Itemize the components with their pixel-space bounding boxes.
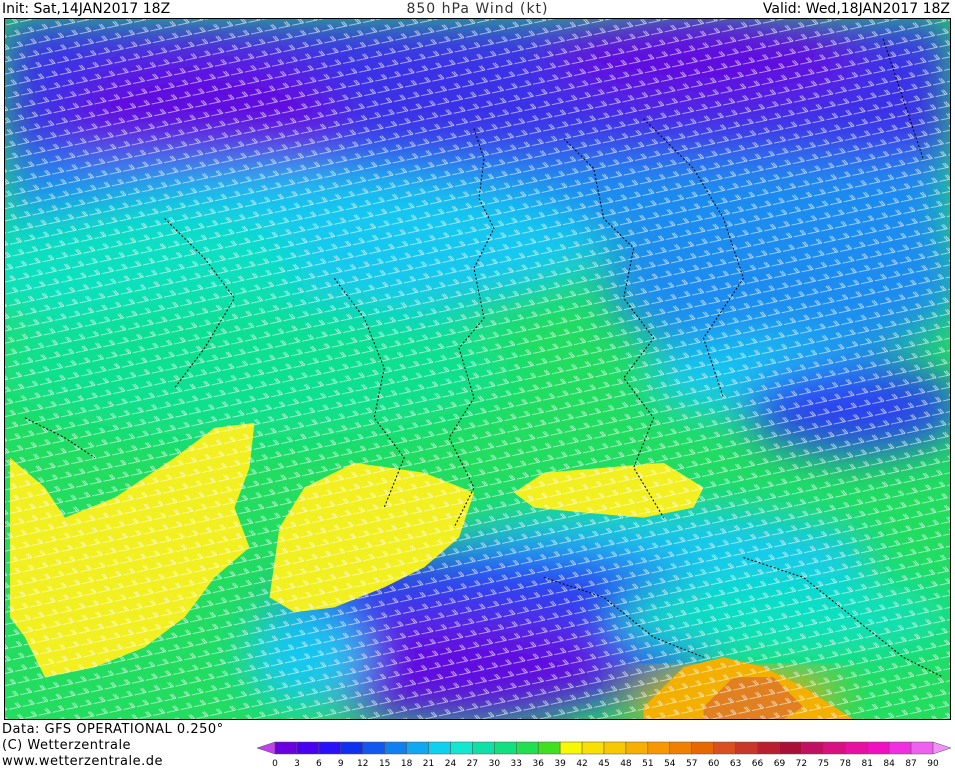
colorbar-swatch — [384, 741, 407, 755]
colorbar-swatch — [713, 741, 736, 755]
colorbar-tick-label: 15 — [379, 759, 390, 769]
colorbar-tick-label: 54 — [664, 759, 676, 769]
colorbar-tick-label: 48 — [620, 759, 632, 769]
colorbar-tick-label: 3 — [294, 759, 300, 769]
colorbar-tick-label: 18 — [401, 759, 413, 769]
colorbar-tick-label: 60 — [708, 759, 720, 769]
colorbar-tick-label: 57 — [686, 759, 697, 769]
wind-barbs-layer — [5, 19, 950, 719]
copyright-label: (C) Wetterzentrale — [2, 738, 132, 753]
colorbar-swatch — [318, 741, 342, 755]
colorbar-swatch — [647, 741, 671, 755]
colorbar-tick-label: 51 — [642, 759, 653, 769]
colorbar-tick-label: 75 — [818, 759, 829, 769]
colorbar-swatch — [494, 741, 517, 755]
colorbar-tick-label: 30 — [489, 759, 501, 769]
colorbar-swatch — [910, 741, 934, 755]
colorbar-swatch — [866, 741, 890, 755]
colorbar-tick-label: 27 — [467, 759, 478, 769]
colorbar-swatch — [801, 741, 824, 755]
colorbar-swatch — [757, 741, 780, 755]
colorbar-tick-label: 72 — [796, 759, 807, 769]
colorbar-swatch — [559, 741, 583, 755]
colorbar-tick-label: 78 — [840, 759, 852, 769]
colorbar-tick-label: 0 — [272, 759, 278, 769]
colorbar-swatch — [406, 741, 429, 755]
colorbar-tick-label: 12 — [357, 759, 368, 769]
colorbar-swatch — [516, 741, 539, 755]
colorbar-tick-label: 24 — [445, 759, 457, 769]
colorbar-swatch — [296, 741, 320, 755]
colorbar-tick-label: 36 — [532, 759, 544, 769]
colorbar-tick-label: 66 — [752, 759, 764, 769]
colorbar-tick-label: 39 — [554, 759, 566, 769]
valid-time-label: Valid: Wed,18JAN2017 18Z — [762, 1, 950, 17]
colorbar-tick-label: 9 — [338, 759, 344, 769]
colorbar-tick-label: 6 — [316, 759, 322, 769]
wind-map — [4, 18, 951, 720]
colorbar-swatch — [537, 741, 561, 755]
colorbar-swatch — [340, 741, 363, 755]
colorbar-tick-label: 42 — [576, 759, 587, 769]
colorbar-swatch — [625, 741, 649, 755]
colorbar-swatch — [274, 741, 298, 755]
colorbar-swatch — [691, 741, 714, 755]
colorbar-tick-label: 69 — [774, 759, 786, 769]
colorbar-swatch — [779, 741, 802, 755]
colorbar-tick-label: 63 — [730, 759, 741, 769]
colorbar-swatch — [669, 741, 692, 755]
colorbar-swatch — [845, 741, 868, 755]
colorbar-tick-label: 21 — [423, 759, 434, 769]
colorbar-swatch — [362, 741, 385, 755]
colorbar-tick-label: 84 — [883, 759, 895, 769]
colorbar-swatch — [450, 741, 473, 755]
colorbar-tick-label: 90 — [927, 759, 939, 769]
colorbar-swatch — [428, 741, 451, 755]
colorbar-swatch — [888, 741, 912, 755]
colorbar-swatch — [603, 741, 627, 755]
wind-speed-colorbar: 0 3 6 9 12 15 18 21 24 27 30 33 36 39 42 45 48 51 54 57 60 63… — [256, 741, 952, 769]
colorbar-tick-label: 33 — [511, 759, 522, 769]
colorbar-swatch — [472, 741, 495, 755]
colorbar-over-arrow — [932, 741, 952, 755]
colorbar-under-arrow — [256, 741, 276, 755]
colorbar-tick-label: 45 — [598, 759, 609, 769]
colorbar-tick-label: 87 — [905, 759, 916, 769]
colorbar-tick-label: 81 — [861, 759, 872, 769]
colorbar-swatch — [735, 741, 758, 755]
colorbar-swatch — [581, 741, 605, 755]
data-source-label: Data: GFS OPERATIONAL 0.250° — [2, 722, 224, 737]
website-label: www.wetterzentrale.de — [2, 754, 163, 769]
colorbar-swatch — [823, 741, 846, 755]
